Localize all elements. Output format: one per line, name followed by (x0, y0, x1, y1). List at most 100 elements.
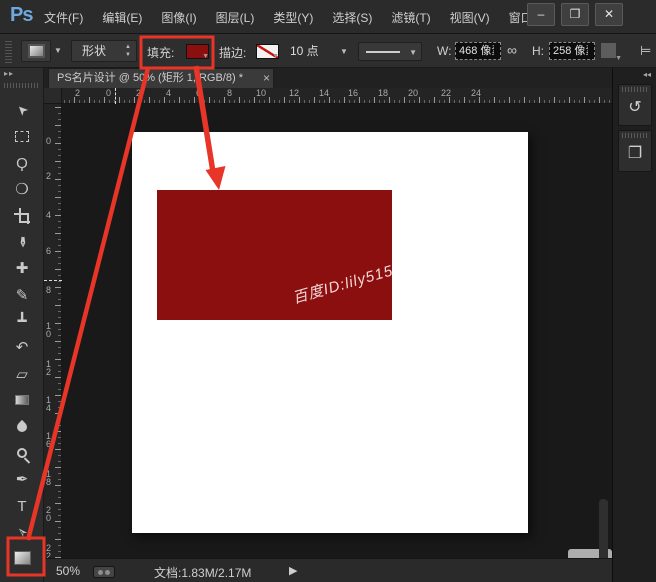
height-input[interactable]: 258 像素 (549, 42, 595, 60)
ruler-label: 0 (106, 88, 111, 98)
menu-type[interactable]: 类型(Y) (267, 5, 319, 30)
ruler-label: 12 (289, 88, 299, 98)
ruler-label: 16 (46, 432, 54, 448)
crop-tool[interactable] (9, 204, 35, 228)
zoom-level-field[interactable]: 50% (56, 564, 80, 578)
clone-stamp-tool[interactable]: ┻ (9, 309, 35, 333)
ruler-label: 8 (227, 88, 232, 98)
minimize-button[interactable]: – (527, 3, 555, 26)
title-bar: Ps 文件(F) 编辑(E) 图像(I) 图层(L) 类型(Y) 选择(S) 滤… (0, 0, 656, 34)
panel-collapse-icon[interactable]: ◂◂ (643, 70, 651, 79)
blur-tool[interactable] (9, 415, 35, 439)
brush-tool[interactable]: ✎ (9, 283, 35, 307)
ruler-label: 10 (46, 322, 54, 338)
lasso-tool[interactable]: Ϙ (9, 151, 35, 175)
pen-tool[interactable]: ✒ (9, 467, 35, 491)
stroke-color-swatch[interactable]: ▼ (256, 44, 279, 59)
properties-panel-icon: ❐ (619, 138, 651, 168)
ruler-corner (44, 88, 62, 104)
document-canvas[interactable]: 百度ID:lily5158 (132, 132, 528, 533)
width-label: W: (437, 44, 451, 58)
move-tool[interactable]: ➤ (9, 98, 35, 122)
red-rectangle-shape[interactable]: 百度ID:lily5158 (157, 190, 392, 320)
tab-close-icon[interactable]: × (263, 69, 270, 87)
menu-edit[interactable]: 编辑(E) (96, 5, 148, 30)
height-unit: 像素 (574, 43, 588, 59)
ruler-label: 6 (46, 247, 54, 255)
ruler-position-marker (115, 88, 116, 104)
properties-panel-button[interactable]: ❐ (618, 130, 652, 172)
tools-collapse-icon[interactable]: ▸▸ (4, 69, 14, 78)
close-button[interactable]: ✕ (595, 3, 623, 26)
width-unit: 像素 (480, 43, 494, 59)
ruler-label: 8 (46, 286, 54, 294)
shape-mode-select[interactable]: 形状 ▲▼ (71, 40, 137, 62)
eyedropper-tool[interactable]: ✒ (9, 230, 35, 254)
rectangle-tool[interactable] (9, 546, 35, 570)
right-panel-dock: ◂◂ ↺ ❐ (612, 68, 656, 582)
ruler-label: 24 (471, 88, 481, 98)
watermark-text: 百度ID:lily5158 (290, 216, 392, 308)
width-input[interactable]: 468 像素 (455, 42, 501, 60)
fill-color-swatch[interactable]: ▼ (186, 44, 209, 59)
healing-brush-tool[interactable]: ✚ (9, 256, 35, 280)
menu-file[interactable]: 文件(F) (38, 5, 89, 30)
ruler-label: 18 (46, 470, 54, 486)
history-panel-button[interactable]: ↺ (618, 84, 652, 126)
geometry-options-icon[interactable]: ▼ (601, 43, 616, 58)
ruler-label: 20 (408, 88, 418, 98)
stroke-width-dropdown-arrow-icon[interactable]: ▼ (340, 47, 348, 56)
ruler-label: 12 (46, 360, 54, 376)
ps-logo: Ps (10, 4, 32, 27)
tools-panel: ▸▸ ➤ Ϙ ❍ ✒ ✚ ✎ ┻ ↶ ▱ ✒ T ➢ (0, 68, 44, 582)
fill-swatch-arrow-icon: ▼ (202, 53, 209, 60)
ruler-label: 4 (46, 211, 54, 219)
shape-mode-value: 形状 (82, 44, 106, 58)
document-size-info: 文档:1.83M/2.17M (154, 564, 251, 581)
ruler-label: 2 (75, 88, 80, 98)
vertical-ruler: 0 2 4 6 8 10 12 14 16 18 20 22 (44, 104, 62, 558)
menu-select[interactable]: 选择(S) (326, 5, 378, 30)
align-edges-icon[interactable]: ⊨ (640, 43, 651, 59)
photoshop-window: Ps 文件(F) 编辑(E) 图像(I) 图层(L) 类型(Y) 选择(S) 滤… (0, 0, 656, 582)
canvas-workspace[interactable]: 百度ID:lily5158 (62, 104, 612, 558)
window-controls: – ❐ ✕ (527, 3, 623, 26)
rectangular-marquee-tool[interactable] (9, 124, 35, 148)
menu-filter[interactable]: 滤镜(T) (385, 5, 436, 30)
status-bar: 50% 文档:1.83M/2.17M ▶ (44, 558, 612, 582)
eraser-tool[interactable]: ▱ (9, 362, 35, 386)
type-tool[interactable]: T (9, 494, 35, 518)
paint-bucket-tool[interactable] (9, 388, 35, 412)
menu-image[interactable]: 图像(I) (155, 5, 202, 30)
horizontal-ruler: 2 0 2 4 6 8 10 12 14 16 18 20 22 24 (44, 88, 612, 104)
ruler-label: 20 (46, 506, 54, 522)
stroke-style-select[interactable]: ▼ (358, 42, 422, 61)
tools-gripper (4, 83, 38, 88)
link-dimensions-icon[interactable]: ∞ (507, 42, 517, 58)
ruler-label: 0 (46, 137, 54, 145)
menu-layer[interactable]: 图层(L) (210, 5, 261, 30)
ruler-label: 22 (441, 88, 451, 98)
quick-selection-tool[interactable]: ❍ (9, 177, 35, 201)
ruler-label: 10 (256, 88, 266, 98)
ruler-label: 16 (348, 88, 358, 98)
history-brush-tool[interactable]: ↶ (9, 335, 35, 359)
tool-options-bar: ▼ 形状 ▲▼ 填充: ▼ 描边: ▼ 10 点 ▼ ▼ W: 468 像素 ∞… (0, 34, 656, 68)
stroke-style-line-icon (366, 51, 400, 53)
document-tab-bar: PS名片设计 @ 50% (矩形 1, RGB/8) * × (44, 68, 612, 88)
width-value: 468 (459, 43, 477, 59)
path-selection-tool[interactable]: ➢ (9, 520, 35, 544)
maximize-button[interactable]: ❐ (561, 3, 589, 26)
preset-dropdown-arrow-icon[interactable]: ▼ (54, 46, 62, 55)
status-expand-icon[interactable]: ▶ (289, 564, 297, 577)
ruler-label: 2 (136, 88, 141, 98)
height-label: H: (532, 44, 544, 58)
scrubby-zoom-icon[interactable] (93, 566, 115, 578)
history-panel-icon: ↺ (619, 92, 651, 122)
menu-view[interactable]: 视图(V) (444, 5, 496, 30)
fill-label: 填充: (147, 44, 174, 61)
stroke-width-field[interactable]: 10 点 (286, 41, 336, 61)
dodge-tool[interactable] (9, 441, 35, 465)
document-tab[interactable]: PS名片设计 @ 50% (矩形 1, RGB/8) * × (48, 68, 274, 88)
tool-preset-button[interactable] (21, 40, 51, 62)
